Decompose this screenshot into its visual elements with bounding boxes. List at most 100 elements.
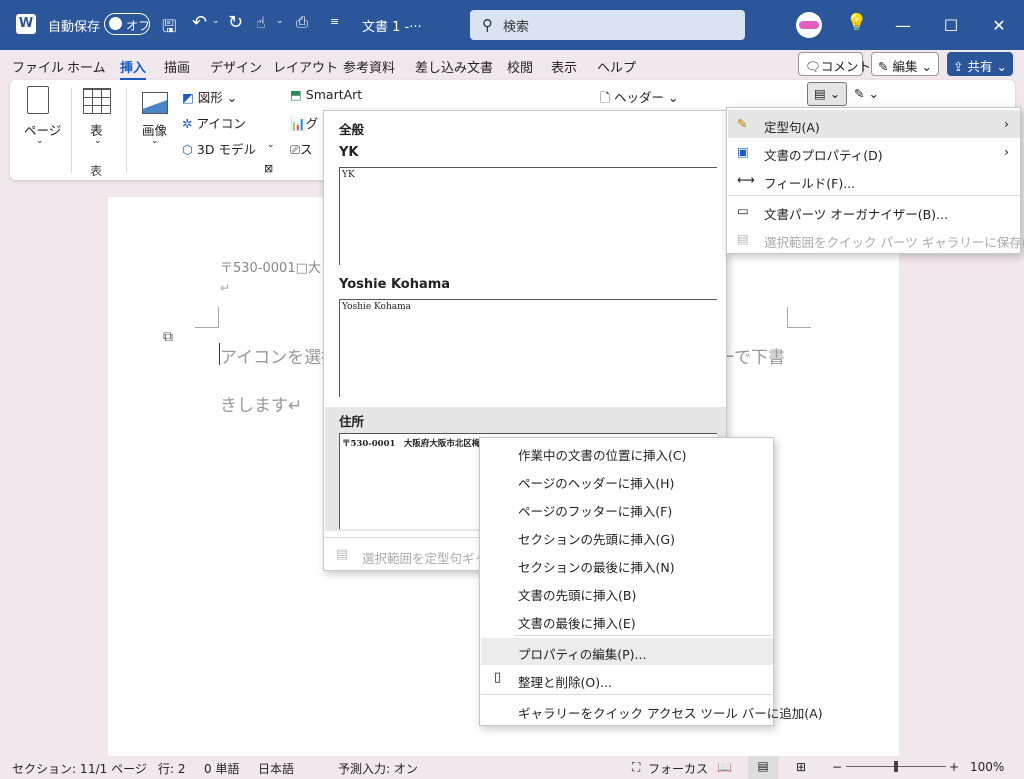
ctx-insert-section-end[interactable]: セクションの最後に挿入(N): [518, 557, 675, 576]
gallery-entry-name[interactable]: YK: [339, 145, 359, 160]
chart-icon: 📊: [290, 116, 306, 131]
share-button[interactable]: ⇪ 共有 ⌄: [947, 52, 1013, 76]
tab-references[interactable]: 参考資料: [343, 57, 395, 76]
print-preview-icon[interactable]: ⎙: [296, 13, 308, 31]
menu-separator: [728, 195, 1020, 196]
gallery-entry-preview[interactable]: YK: [339, 167, 717, 265]
copilot-icon[interactable]: ⧉: [163, 329, 173, 345]
tab-design[interactable]: デザイン: [210, 57, 262, 76]
redo-icon[interactable]: ↻: [228, 12, 243, 33]
ctx-insert-at-current[interactable]: 作業中の文書の位置に挿入(C): [518, 445, 686, 464]
lightbulb-icon[interactable]: 💡: [846, 13, 867, 33]
status-section[interactable]: セクション: 1: [12, 760, 88, 777]
image-icon[interactable]: [142, 92, 168, 114]
building-blocks-organizer-icon: ▭: [737, 203, 749, 218]
screenshot-button[interactable]: ⎚ス: [290, 139, 313, 158]
tab-file[interactable]: ファイル: [12, 57, 64, 76]
margin-corner-left: [195, 307, 219, 328]
autosave-label: 自動保存: [48, 20, 101, 35]
ctx-add-to-qat[interactable]: ギャラリーをクイック アクセス ツール バーに追加(A): [518, 703, 823, 722]
menu-separator: [481, 694, 773, 695]
ctx-insert-section-start[interactable]: セクションの先頭に挿入(G): [518, 529, 675, 548]
header-button[interactable]: 🗋 ヘッダー ⌄: [600, 87, 679, 110]
icons-button[interactable]: ✲ アイコン: [182, 113, 246, 132]
page-dropdown-icon[interactable]: ⌄: [36, 136, 44, 146]
print-layout-icon[interactable]: ▤: [748, 756, 778, 779]
status-line[interactable]: 行: 2: [158, 760, 186, 777]
comment-button[interactable]: 🗨コメント: [798, 52, 871, 76]
search-placeholder: 検索: [503, 19, 530, 35]
zoom-in-icon[interactable]: +: [949, 760, 959, 774]
cube-icon: ⬡: [182, 142, 193, 157]
table-dropdown-icon[interactable]: ⌄: [94, 136, 102, 146]
smartart-button[interactable]: ⬒ SmartArt: [290, 87, 362, 102]
page-icon[interactable]: [27, 86, 49, 114]
touch-dropdown-icon[interactable]: ⌄: [276, 16, 284, 26]
undo-dropdown-icon[interactable]: ⌄: [212, 16, 220, 26]
gallery-entry-preview[interactable]: Yoshie Kohama: [339, 299, 717, 397]
status-words[interactable]: 0 単語: [204, 760, 239, 777]
customize-toolbar-icon[interactable]: ≡: [330, 15, 339, 28]
table-icon[interactable]: [83, 88, 111, 114]
tab-help[interactable]: ヘルプ: [597, 57, 636, 76]
gallery-entry-name[interactable]: 住所: [339, 411, 364, 430]
pencil-icon: ✎: [878, 59, 889, 74]
quick-parts-button[interactable]: ▤ ⌄: [807, 82, 847, 106]
ctx-organize-delete[interactable]: 整理と削除(O)...: [518, 672, 612, 691]
touch-mode-icon[interactable]: ☝: [256, 13, 266, 32]
menu-item-document-property[interactable]: 文書のプロパティ(D): [764, 145, 883, 164]
close-button[interactable]: ✕: [976, 0, 1022, 50]
ctx-insert-document-end[interactable]: 文書の最後に挿入(E): [518, 613, 636, 632]
read-mode-icon[interactable]: 📖: [717, 760, 732, 774]
tab-insert[interactable]: 挿入: [120, 57, 147, 81]
ctx-insert-page-header[interactable]: ページのヘッダーに挿入(H): [518, 473, 674, 492]
menu-item-autotext[interactable]: 定型句(A): [764, 117, 820, 136]
save-selection-icon: ▤: [737, 231, 749, 246]
autosave-toggle[interactable]: オフ: [104, 13, 150, 35]
body-text-line2: きします↵: [220, 396, 303, 416]
web-layout-icon[interactable]: ⊞: [796, 760, 806, 774]
illustrations-launcher-icon[interactable]: ⊠: [264, 162, 273, 175]
3d-models-dropdown-icon[interactable]: ⌄: [267, 140, 275, 150]
chart-button[interactable]: 📊グ: [290, 113, 318, 132]
minimize-button[interactable]: —: [880, 0, 926, 50]
word-app-icon[interactable]: W: [16, 14, 36, 34]
3d-models-button[interactable]: ⬡ 3D モデル: [182, 139, 256, 158]
status-zoom[interactable]: 100%: [970, 760, 1004, 774]
ctx-edit-properties[interactable]: プロパティの編集(P)...: [518, 644, 646, 663]
tab-draw[interactable]: 描画: [164, 57, 190, 76]
header-icon: 🗋: [600, 90, 611, 105]
gallery-preview-text: YK: [342, 170, 355, 180]
tab-layout[interactable]: レイアウト: [273, 57, 338, 76]
edit-mode-button[interactable]: ✎ 編集 ⌄: [871, 52, 939, 76]
ctx-insert-document-start[interactable]: 文書の先頭に挿入(B): [518, 585, 636, 604]
focus-icon[interactable]: ⛶: [632, 760, 640, 775]
undo-icon[interactable]: ↶: [192, 12, 207, 33]
shapes-button[interactable]: ◩ 図形 ⌄: [182, 87, 237, 106]
save-icon[interactable]: 🖫: [162, 14, 176, 43]
image-dropdown-icon[interactable]: ⌄: [151, 136, 159, 146]
autosave-toggle-label: オフ: [126, 19, 151, 33]
search-icon: ⚲: [482, 16, 493, 34]
zoom-slider-thumb[interactable]: [894, 761, 898, 772]
search-box[interactable]: ⚲ 検索: [470, 10, 745, 40]
menu-item-building-blocks-organizer[interactable]: 文書パーツ オーガナイザー(B)...: [764, 204, 948, 223]
tab-review[interactable]: 校閲: [507, 57, 533, 76]
zoom-out-icon[interactable]: −: [832, 760, 842, 774]
status-predictive[interactable]: 予測入力: オン: [338, 760, 418, 777]
smartart-icon: ⬒: [290, 87, 302, 102]
gallery-section-general: 全般: [339, 122, 365, 137]
tab-mailings[interactable]: 差し込み文書: [415, 57, 493, 76]
status-focus[interactable]: フォーカス: [648, 760, 708, 777]
menu-item-field[interactable]: フィールド(F)...: [764, 173, 855, 192]
status-page[interactable]: 1/1 ページ: [88, 760, 147, 777]
tab-home[interactable]: ホーム: [67, 57, 106, 76]
status-language[interactable]: 日本語: [258, 760, 294, 777]
tab-view[interactable]: 表示: [551, 57, 577, 76]
avatar[interactable]: [796, 12, 822, 38]
ctx-insert-page-footer[interactable]: ページのフッターに挿入(F): [518, 501, 672, 520]
gallery-entry-name[interactable]: Yoshie Kohama: [339, 277, 450, 292]
title-bar: W 自動保存 オフ 🖫 ↶ ⌄ ↻ ☝ ⌄ ⎙ ≡ 文書 1 -··· ⚲ 検索…: [0, 0, 1024, 50]
maximize-button[interactable]: ☐: [928, 0, 974, 50]
signature-line-icon[interactable]: ✎ ⌄: [854, 86, 879, 101]
